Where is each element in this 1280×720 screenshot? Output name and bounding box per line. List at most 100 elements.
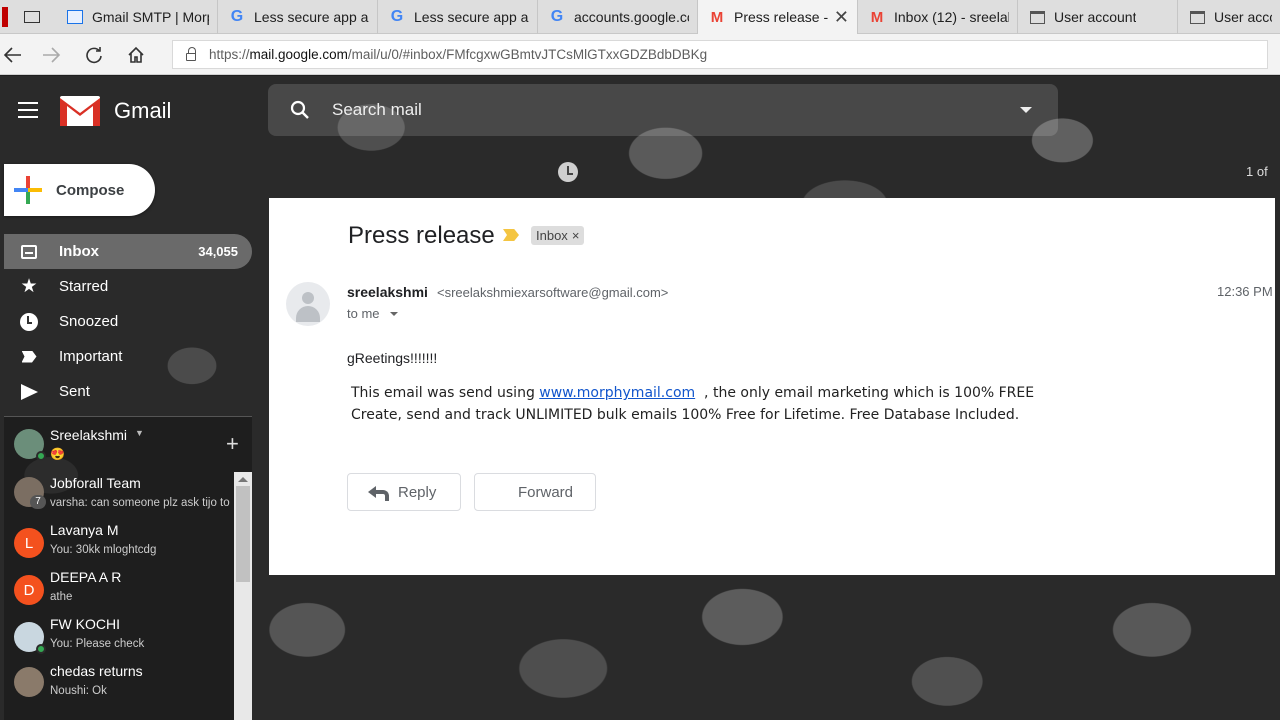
scrollbar-thumb[interactable] xyxy=(236,486,250,582)
url-field[interactable]: https://mail.google.com/mail/u/0/#inbox/… xyxy=(172,40,1268,69)
profile-name: Sreelakshmi xyxy=(50,427,128,443)
forward-button[interactable]: Forward xyxy=(474,473,596,511)
list-item[interactable]: L Lavanya M You: 30kk mloghtcdg xyxy=(4,520,234,567)
clock-icon xyxy=(18,311,40,333)
compose-button[interactable]: Compose xyxy=(4,164,155,216)
tab-gmail-smtp[interactable]: Gmail SMTP | Morp xyxy=(56,0,218,34)
tab-press-release[interactable]: M Press release - ✕ xyxy=(698,0,858,34)
search-options-icon[interactable] xyxy=(1020,107,1032,113)
list-item[interactable]: chedas returns Noushi: Ok xyxy=(4,661,234,708)
remove-label-icon[interactable]: × xyxy=(572,228,580,243)
tab-less-secure-2[interactable]: G Less secure app acc xyxy=(378,0,538,34)
contact-name: Jobforall Team xyxy=(50,475,141,491)
search-input[interactable]: Search mail xyxy=(332,100,1020,120)
gmail-icon: M xyxy=(710,8,724,26)
compose-label: Compose xyxy=(56,181,125,199)
window-icon xyxy=(1188,8,1206,26)
tab-inbox[interactable]: M Inbox (12) - sreelak xyxy=(858,0,1018,34)
sidebar-item-inbox[interactable]: Inbox 34,055 xyxy=(4,234,252,269)
status-emoji: 😍 xyxy=(50,447,65,461)
tab-back-icon[interactable] xyxy=(0,0,56,34)
search-bar[interactable]: Search mail xyxy=(268,84,1058,136)
morphymail-link[interactable]: www.morphymail.com xyxy=(539,385,695,401)
avatar: D xyxy=(14,575,44,605)
tab-label: Inbox (12) - sreelak xyxy=(894,9,1009,25)
reply-button[interactable]: Reply xyxy=(347,473,461,511)
tab-label: accounts.google.co xyxy=(574,9,689,25)
tab-label: Press release - xyxy=(734,9,829,25)
list-item[interactable]: FW KOCHI You: Please check xyxy=(4,614,234,661)
unread-badge: 7 xyxy=(30,495,46,509)
online-status-icon xyxy=(36,451,46,461)
scroll-up-arrow-icon[interactable] xyxy=(234,472,252,486)
search-icon[interactable] xyxy=(268,100,332,120)
url-host: mail.google.com xyxy=(249,47,348,62)
email-view: Press release Inbox × sreelakshmi <sreel… xyxy=(269,198,1275,575)
new-conversation-plus-icon[interactable]: + xyxy=(226,431,239,457)
tab-user-account[interactable]: User account xyxy=(1018,0,1178,34)
back-arrow-icon[interactable] xyxy=(0,43,24,67)
email-body-line-2: Create, send and track UNLIMITED bulk em… xyxy=(351,407,1020,423)
tab-label: Less secure app acc xyxy=(414,9,529,25)
forward-label: Forward xyxy=(518,483,574,501)
main-menu-icon[interactable] xyxy=(18,102,38,118)
hangouts-profile[interactable]: Sreelakshmi ▼ 😍 + xyxy=(4,416,252,472)
recipient-label: to me xyxy=(347,306,380,321)
email-time: 12:36 PM xyxy=(1217,284,1273,299)
forward-arrow-icon[interactable] xyxy=(40,43,64,67)
tab-accounts-google[interactable]: G accounts.google.co xyxy=(538,0,698,34)
tab-label: Less secure app acc xyxy=(254,9,369,25)
address-bar: https://mail.google.com/mail/u/0/#inbox/… xyxy=(0,34,1280,75)
email-body-line-1: This email was send using www.morphymail… xyxy=(351,385,1034,401)
sidebar-nav: Inbox 34,055 ★ Starred Snoozed Important… xyxy=(4,234,252,409)
snooze-icon[interactable] xyxy=(558,162,578,182)
close-icon[interactable]: ✕ xyxy=(834,7,849,28)
recipient-details[interactable]: to me xyxy=(347,306,398,321)
show-details-caret-icon[interactable] xyxy=(389,311,398,316)
sender-name: sreelakshmi xyxy=(347,284,428,300)
gmail-icon: M xyxy=(870,8,884,26)
gmail-logo[interactable]: Gmail xyxy=(60,96,171,126)
tab-less-secure-1[interactable]: G Less secure app acc xyxy=(218,0,378,34)
page-icon xyxy=(66,8,84,26)
browser-tab-bar: Gmail SMTP | Morp G Less secure app acc … xyxy=(0,0,1280,34)
contact-name: DEEPA A R xyxy=(50,569,122,585)
inbox-icon xyxy=(18,241,40,263)
email-greeting: gReetings!!!!!!! xyxy=(347,350,438,366)
sidebar-item-important[interactable]: Important xyxy=(4,339,252,374)
url-prefix: https:// xyxy=(209,47,250,62)
body-text: , the only email marketing which is 100%… xyxy=(695,385,1035,401)
pagination-text: 1 of xyxy=(1246,164,1268,179)
reply-icon xyxy=(368,485,389,501)
hangouts-scrollbar[interactable] xyxy=(234,472,252,720)
tab-user-account-2[interactable]: User acco xyxy=(1178,0,1280,34)
gmail-m-icon xyxy=(60,96,100,126)
window-icon xyxy=(1028,8,1046,26)
sidebar-item-label: Important xyxy=(59,348,123,365)
sidebar-item-sent[interactable]: Sent xyxy=(4,374,252,409)
sidebar-item-starred[interactable]: ★ Starred xyxy=(4,269,252,304)
contact-name: Lavanya M xyxy=(50,522,119,538)
label-chip-inbox: Inbox × xyxy=(531,226,585,245)
sidebar-item-label: Starred xyxy=(59,278,109,295)
google-icon: G xyxy=(230,8,244,25)
list-item[interactable]: 7 Jobforall Team varsha: can someone plz… xyxy=(4,473,234,520)
tab-label: Gmail SMTP | Morp xyxy=(92,9,209,25)
send-icon xyxy=(18,381,40,403)
gmail-brand: Gmail xyxy=(114,98,172,123)
importance-marker-icon[interactable] xyxy=(503,229,519,241)
message-preview: Noushi: Ok xyxy=(50,685,107,697)
message-preview: varsha: can someone plz ask tijo to xyxy=(50,497,230,509)
list-item[interactable]: D DEEPA A R athe xyxy=(4,567,234,614)
sidebar-item-label: Sent xyxy=(59,383,90,400)
home-icon[interactable] xyxy=(124,43,148,67)
sender-avatar[interactable] xyxy=(286,282,330,326)
refresh-icon[interactable] xyxy=(82,43,106,67)
sidebar-item-snoozed[interactable]: Snoozed xyxy=(4,304,252,339)
message-preview: athe xyxy=(50,591,73,603)
sidebar-item-label: Inbox xyxy=(59,243,99,260)
label-chip-text: Inbox xyxy=(536,228,568,243)
google-icon: G xyxy=(550,8,564,25)
online-status-icon xyxy=(36,644,46,654)
status-caret-icon[interactable]: ▼ xyxy=(135,428,144,438)
